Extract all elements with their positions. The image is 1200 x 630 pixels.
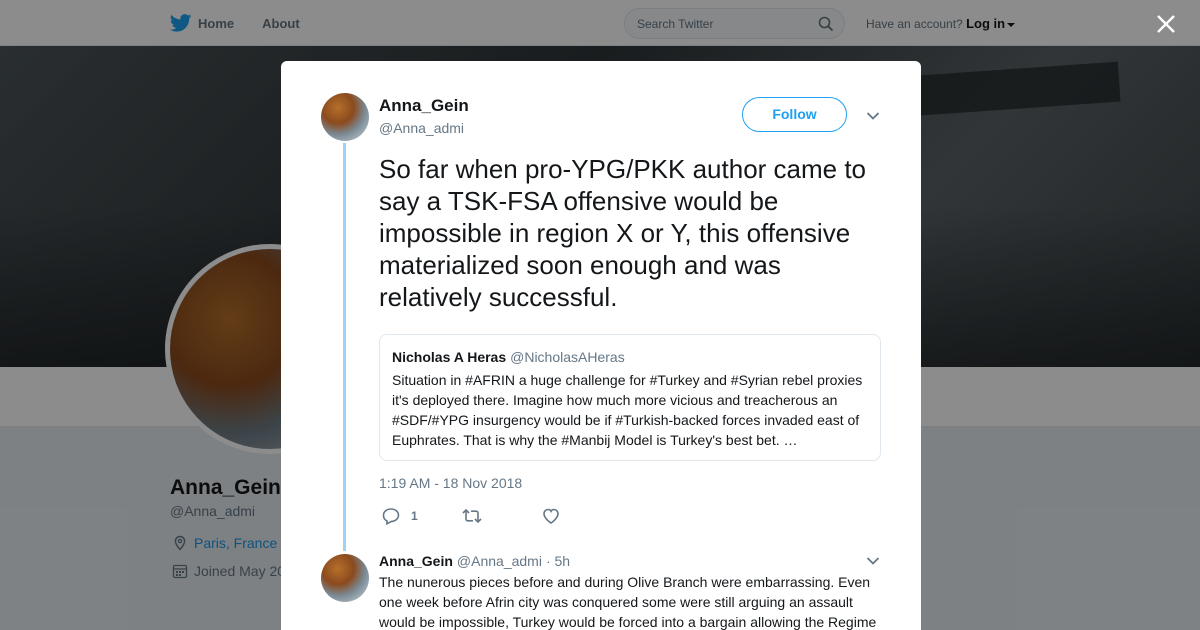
quoted-author-handle: @NicholasAHeras — [510, 349, 625, 365]
follow-button[interactable]: Follow — [742, 97, 847, 132]
reply-age[interactable]: · 5h — [546, 553, 570, 569]
thread-connector-line — [343, 143, 346, 551]
tweet-timestamp[interactable]: 1:19 AM - 18 Nov 2018 — [379, 475, 522, 491]
like-action[interactable] — [541, 507, 561, 525]
quoted-author-name: Nicholas A Heras — [392, 349, 507, 365]
tweet-author-name[interactable]: Anna_Gein — [379, 96, 469, 116]
reply-author[interactable]: Anna_Gein @Anna_admi · 5h — [379, 553, 570, 569]
tweet-author-handle[interactable]: @Anna_admi — [379, 120, 464, 136]
author-avatar[interactable] — [321, 93, 369, 141]
chevron-down-icon[interactable] — [866, 111, 880, 121]
quoted-tweet-text: Situation in #AFRIN a huge challenge for… — [392, 372, 863, 448]
quoted-author: Nicholas A Heras @NicholasAHeras — [392, 349, 625, 365]
reply-count: 1 — [411, 509, 418, 523]
reply-text: The nunerous pieces before and during Ol… — [379, 574, 877, 630]
retweet-action[interactable] — [461, 507, 483, 525]
chevron-down-icon[interactable] — [866, 556, 880, 566]
reply-author-avatar[interactable] — [321, 554, 369, 602]
heart-icon[interactable] — [541, 507, 561, 525]
reply-author-handle[interactable]: @Anna_admi — [457, 553, 542, 569]
retweet-icon[interactable] — [461, 507, 483, 525]
close-icon[interactable] — [1154, 12, 1178, 36]
tweet-text: So far when pro-YPG/PKK author came to s… — [379, 154, 867, 312]
reply-author-name[interactable]: Anna_Gein — [379, 553, 453, 569]
tweet-modal: Anna_Gein @Anna_admi Follow So far when … — [281, 61, 921, 630]
reply-action[interactable]: 1 — [381, 507, 418, 525]
quoted-tweet[interactable]: Nicholas A Heras @NicholasAHeras Situatio… — [379, 334, 881, 461]
reply-icon[interactable] — [381, 507, 401, 525]
